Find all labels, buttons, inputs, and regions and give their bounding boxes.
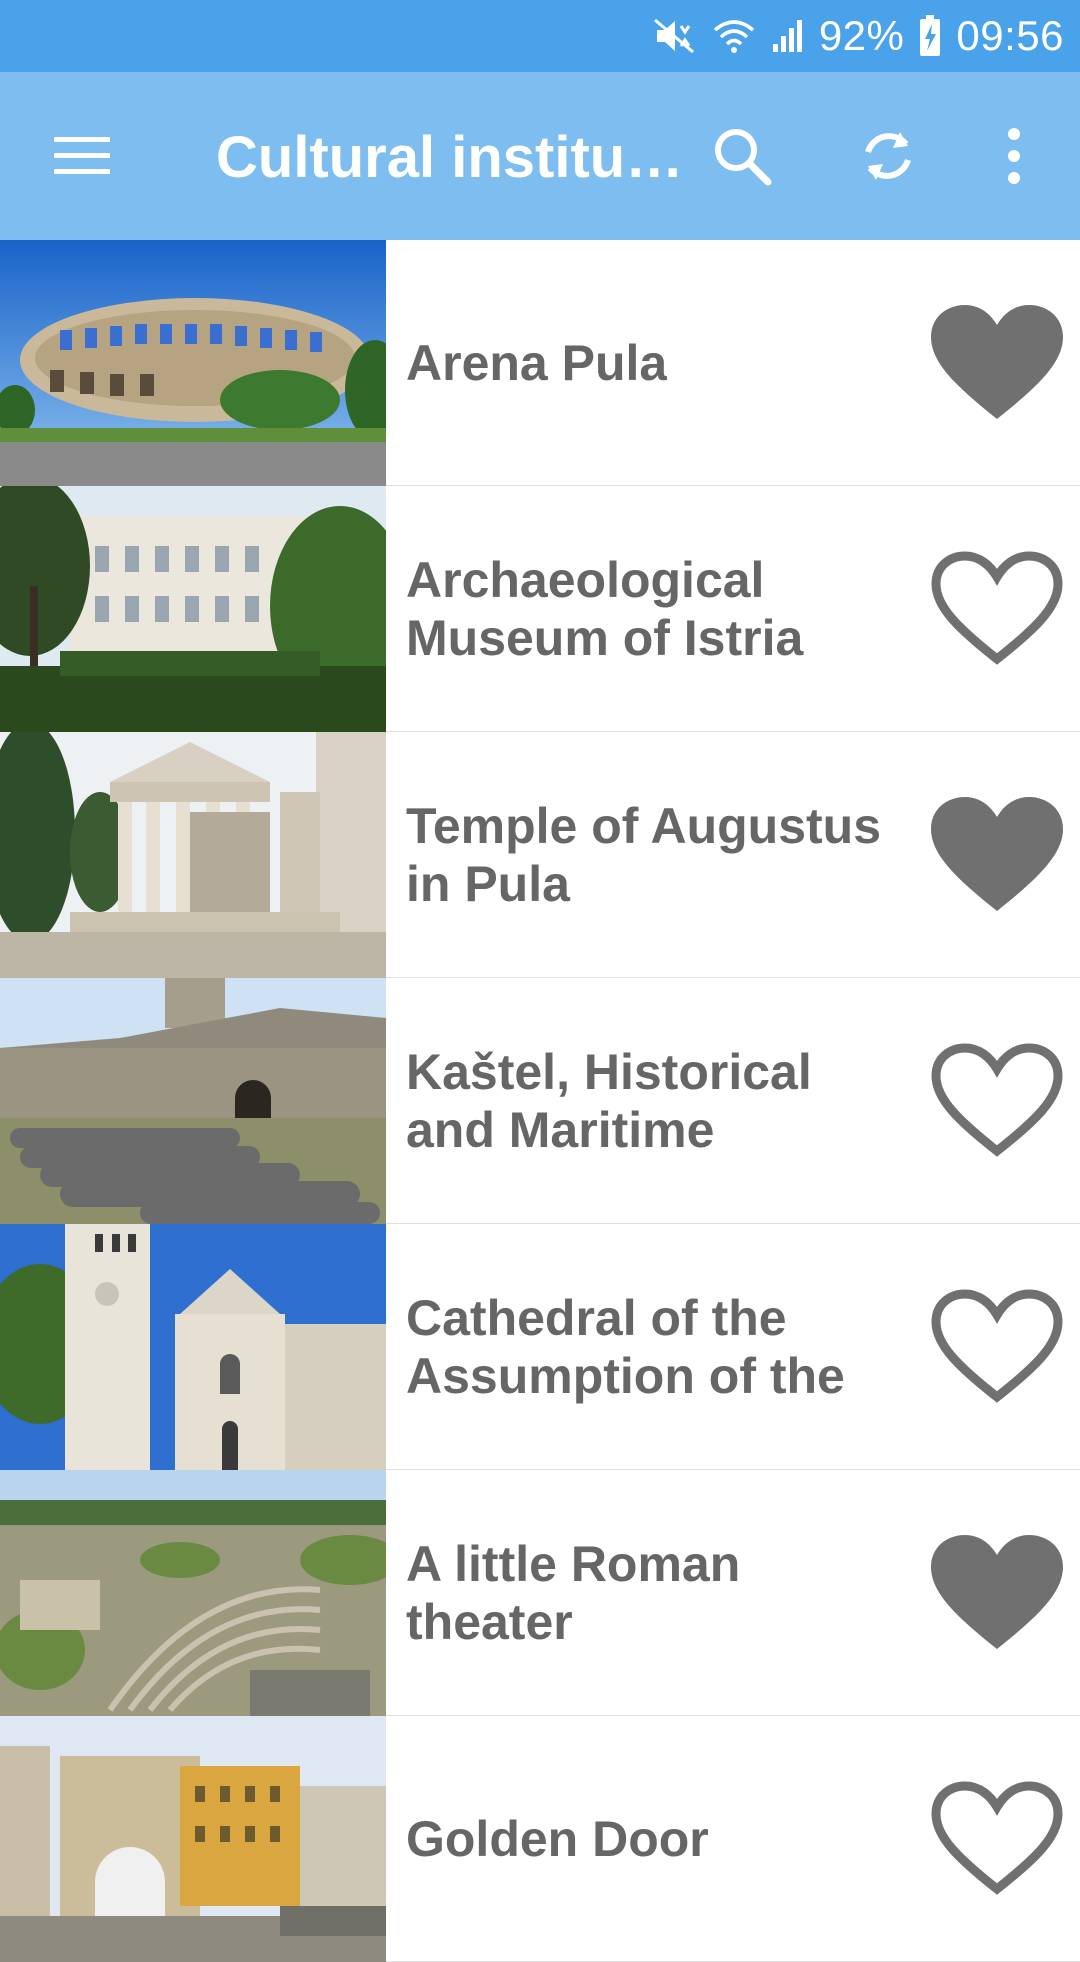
heart-filled-icon [931,305,1063,419]
list-item[interactable]: Temple of Augustus in Pula [0,732,1080,978]
item-title: Kaštel, Historical and Maritime [406,1044,812,1158]
favorite-button[interactable] [922,1518,1072,1668]
heart-outline-icon [931,1781,1063,1895]
menu-button[interactable] [48,122,116,190]
roman-theater-photo [0,1470,386,1716]
museum-building-photo [0,486,386,732]
item-title: Archaeological Museum of Istria [406,552,804,666]
mute-icon [653,11,697,61]
list-item[interactable]: A little Roman theater [0,1470,1080,1716]
status-bar: 92% 09:56 [0,0,1080,72]
clock: 09:56 [956,12,1064,59]
heart-outline-icon [931,551,1063,665]
heart-outline-icon [931,1043,1063,1157]
more-options-button[interactable] [978,120,1050,192]
refresh-button[interactable] [852,120,924,192]
fortress-cannons-photo [0,978,386,1224]
battery-percentage: 92% [818,12,905,59]
colosseum-photo [0,240,386,486]
status-icons: 92% 09:56 [653,0,1064,72]
search-icon [715,129,772,186]
item-title: Arena Pula [406,335,668,391]
temple-photo [0,732,386,978]
favorite-button[interactable] [922,288,1072,438]
item-title: A little Roman theater [406,1536,741,1650]
item-title: Temple of Augustus in Pula [406,798,881,912]
signal-icon [771,11,805,61]
institution-list: Arena Pula Archaeological Museum of Istr… [0,240,1080,1962]
list-item[interactable]: Cathedral of the Assumption of the [0,1224,1080,1470]
item-title: Cathedral of the Assumption of the [406,1290,845,1404]
heart-filled-icon [931,797,1063,911]
favorite-button[interactable] [922,1764,1072,1914]
page-title: Cultural institu… [216,125,684,190]
item-title: Golden Door [406,1811,709,1867]
heart-filled-icon [931,1535,1063,1649]
favorite-button[interactable] [922,1272,1072,1422]
favorite-button[interactable] [922,780,1072,930]
more-vert-icon [1008,128,1020,184]
app-bar: Cultural institu… [0,72,1080,240]
battery-charging-icon [918,11,942,61]
search-button[interactable] [706,120,778,192]
menu-icon [54,137,110,174]
list-item[interactable]: Kaštel, Historical and Maritime [0,978,1080,1224]
list-item[interactable]: Golden Door [0,1716,1080,1962]
cathedral-photo [0,1224,386,1470]
favorite-button[interactable] [922,534,1072,684]
favorite-button[interactable] [922,1026,1072,1176]
refresh-icon [865,132,911,180]
golden-gate-photo [0,1716,386,1962]
heart-outline-icon [931,1289,1063,1403]
list-item[interactable]: Arena Pula [0,240,1080,486]
wifi-icon [711,11,757,61]
list-item[interactable]: Archaeological Museum of Istria [0,486,1080,732]
